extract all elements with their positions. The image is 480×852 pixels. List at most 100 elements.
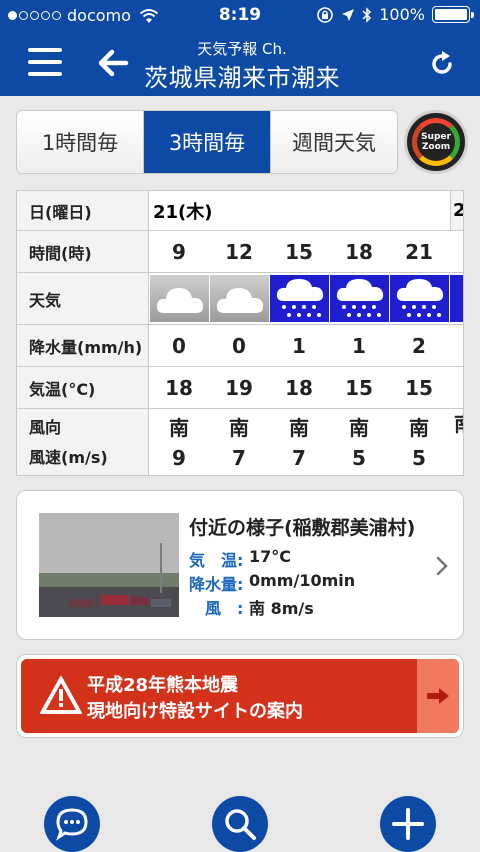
comment-button[interactable] <box>44 796 100 852</box>
banner-line-2: 現地向け特設サイトの案内 <box>87 701 303 722</box>
row-label-wind-dir: 風向 <box>29 418 62 437</box>
add-button[interactable] <box>380 796 436 852</box>
row-weather: 天気 <box>17 273 463 325</box>
row-date: 日(曜日) 21(木) 22 <box>17 191 463 231</box>
cloudy-icon <box>150 275 209 322</box>
time-cell: 21 <box>405 239 433 264</box>
row-temp: 気温(°C) 18 19 18 15 15 <box>17 367 463 409</box>
nearby-temp-value: 17°C <box>249 547 292 566</box>
tab-1hour[interactable]: 1時間毎 <box>17 111 144 173</box>
wind-speed: 5 <box>352 446 366 470</box>
nearby-precip: 降水量: 0mm/10min <box>189 571 355 595</box>
next-date-value: 22 <box>450 191 463 230</box>
precip-cell: 2 <box>412 333 426 358</box>
row-label-weather: 天気 <box>17 273 149 324</box>
wind-cell: 南 5 <box>389 409 449 475</box>
nearby-wind: 風 : 南 8m/s <box>189 595 314 619</box>
nearby-title: 付近の様子(稲敷郡美浦村) <box>189 517 416 539</box>
refresh-icon[interactable] <box>428 50 456 78</box>
rain-icon <box>270 275 329 322</box>
temp-cell: 19 <box>225 375 253 400</box>
banner-text: 平成28年熊本地震 現地向け特設サイトの案内 <box>87 673 303 725</box>
tab-weekly[interactable]: 週間天気 <box>271 111 397 173</box>
nearby-temp: 気 温: 17°C <box>189 547 291 571</box>
nearby-precip-value: 0mm/10min <box>249 571 356 590</box>
row-label-precip: 降水量(mm/h) <box>17 325 149 366</box>
date-value: 21(木) <box>153 201 213 223</box>
wind-speed: 7 <box>232 446 246 470</box>
temp-cell: 15 <box>345 375 373 400</box>
rain-icon <box>390 275 449 322</box>
nearby-precip-label: 降水量: <box>189 575 244 594</box>
plus-icon <box>392 808 424 840</box>
time-cell: 9 <box>172 239 186 264</box>
row-label-wind: 風向 風速(m/s) <box>17 409 149 475</box>
chevron-right-icon <box>436 556 448 576</box>
wind-cell: 南 7 <box>209 409 269 475</box>
row-precip: 降水量(mm/h) 0 0 1 1 2 <box>17 325 463 367</box>
nearby-wind-value: 南 8m/s <box>249 599 314 618</box>
tab-3hour[interactable]: 3時間毎 <box>144 111 271 173</box>
wind-speed: 7 <box>292 446 306 470</box>
wind-speed: 5 <box>412 446 426 470</box>
wind-dir: 南 <box>229 416 249 440</box>
wind-dir: 南 <box>169 416 189 440</box>
row-wind: 風向 風速(m/s) 南 9 南 7 南 7 南 5 南 5 南 <box>17 409 463 475</box>
orientation-lock-icon <box>317 6 334 23</box>
battery-icon <box>432 6 474 23</box>
row-label-date: 日(曜日) <box>17 191 149 230</box>
nav-bar: 天気予報 Ch. 茨城県潮来市潮来 <box>0 32 480 96</box>
time-cell: 12 <box>225 239 253 264</box>
rain-icon <box>330 275 389 322</box>
temp-cell: 15 <box>405 375 433 400</box>
temp-cell: 18 <box>165 375 193 400</box>
forecast-table[interactable]: 日(曜日) 21(木) 22 時間(時) 9 12 15 18 21 天気 降水… <box>16 190 464 476</box>
arrow-right-icon <box>427 688 449 704</box>
nearby-wind-label: 風 : <box>189 599 244 618</box>
nearby-temp-label: 気 温: <box>189 551 244 570</box>
wind-cell-partial: 南 <box>449 409 463 475</box>
banner-line-1: 平成28年熊本地震 <box>87 675 239 696</box>
wind-dir: 南 <box>454 409 463 439</box>
wind-cell: 南 9 <box>149 409 209 475</box>
precip-cell: 0 <box>172 333 186 358</box>
superzoom-label-1: Super <box>421 132 451 142</box>
bluetooth-icon <box>362 6 372 23</box>
channel-name: 天気予報 Ch. <box>197 40 287 58</box>
battery-percent: 100% <box>379 5 425 24</box>
interval-tabs: 1時間毎 3時間毎 週間天気 <box>16 110 398 174</box>
wind-cell: 南 7 <box>269 409 329 475</box>
live-camera-photo <box>39 513 179 617</box>
banner-arrow-button[interactable] <box>417 659 459 733</box>
row-label-time: 時間(時) <box>17 231 149 272</box>
wind-dir: 南 <box>289 416 309 440</box>
precip-cell: 1 <box>292 333 306 358</box>
time-cell: 15 <box>285 239 313 264</box>
wind-dir: 南 <box>409 416 429 440</box>
rain-icon <box>450 275 463 322</box>
row-time: 時間(時) 9 12 15 18 21 <box>17 231 463 273</box>
location-arrow-icon <box>342 8 355 21</box>
precip-cell: 1 <box>352 333 366 358</box>
time-cell: 18 <box>345 239 373 264</box>
row-label-wind-speed: 風速(m/s) <box>29 448 108 467</box>
warning-icon <box>40 676 82 714</box>
speech-bubble-icon <box>56 808 88 841</box>
search-button[interactable] <box>212 796 268 852</box>
status-bar: docomo 8:19 100% <box>0 0 480 32</box>
cloudy-icon <box>210 275 269 322</box>
nearby-conditions-card[interactable]: 付近の様子(稲敷郡美浦村) 気 温: 17°C 降水量: 0mm/10min 風… <box>16 490 464 640</box>
page-title: 茨城県潮来市潮来 <box>144 64 340 92</box>
search-icon <box>225 809 256 840</box>
wind-dir: 南 <box>349 416 369 440</box>
back-arrow-icon[interactable] <box>96 46 130 80</box>
row-label-temp: 気温(°C) <box>17 367 149 408</box>
wind-cell: 南 5 <box>329 409 389 475</box>
superzoom-button[interactable]: Super Zoom <box>404 110 468 174</box>
precip-cell: 0 <box>232 333 246 358</box>
wind-speed: 9 <box>172 446 186 470</box>
menu-button[interactable] <box>28 48 62 78</box>
superzoom-label-2: Zoom <box>421 142 451 152</box>
earthquake-banner[interactable]: 平成28年熊本地震 現地向け特設サイトの案内 <box>16 654 464 738</box>
temp-cell: 18 <box>285 375 313 400</box>
